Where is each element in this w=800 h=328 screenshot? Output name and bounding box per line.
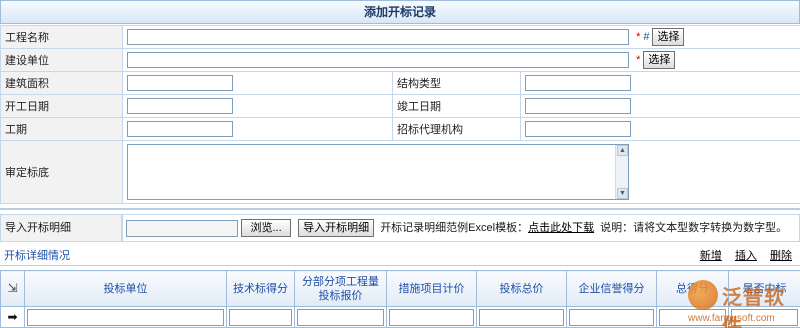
column-header-measure-price[interactable]: 措施项目计价 [386,270,477,307]
required-marker: * [636,54,641,66]
import-label: 导入开标明细 [0,214,122,242]
template-text: 开标记录明细范例Excel模板： [380,222,529,235]
form-title-bar: 添加开标记录 [0,0,800,24]
start-date-input[interactable] [127,98,233,114]
scroll-down-icon[interactable]: ▼ [617,188,628,199]
project-name-label: 工程名称 [0,25,123,49]
import-detail-button[interactable]: 导入开标明细 [298,219,375,238]
select-project-button[interactable]: 选择 [652,28,685,46]
textarea-scrollbar[interactable]: ▲ ▼ [615,145,628,199]
builder-input[interactable] [127,52,629,68]
structure-type-input[interactable] [525,75,631,91]
current-row-arrow-icon: ➡ [7,310,18,324]
approved-price-textarea[interactable]: ▲ ▼ [127,144,629,200]
file-path-input[interactable] [126,219,238,237]
page-title: 添加开标记录 [363,5,436,19]
conversion-note: 说明：请将文本型数字转换为数字型。 [600,222,788,235]
download-template-link[interactable]: 点击此处下载 [528,222,594,234]
project-name-input[interactable] [127,29,629,45]
credit-score-cell-input[interactable] [569,308,654,326]
duration-label: 工期 [0,117,123,141]
agency-input[interactable] [525,121,631,137]
approved-price-label: 审定标底 [0,140,123,204]
record-form: 工程名称 * # 选择 建设单位 * 选择 建筑面积 结构类型 开工日期 竣工日期 [0,25,800,204]
measure-price-cell-input[interactable] [389,308,474,326]
column-header-tech-score[interactable]: 技术标得分 [226,270,295,307]
agency-label: 招标代理机构 [392,117,521,141]
add-row-link[interactable]: 新增 [700,250,722,262]
watermark-logo-icon [688,280,718,310]
area-input[interactable] [127,75,233,91]
required-marker: * [636,31,641,43]
end-date-input[interactable] [525,98,631,114]
select-builder-button[interactable]: 选择 [643,51,676,69]
detail-section-bar: 开标详细情况 新增 插入 删除 [0,247,800,266]
builder-label: 建设单位 [0,48,123,72]
select-all-icon[interactable]: ⇲ [7,281,17,295]
watermark-url: www.fanpusoft.com [688,313,775,324]
scroll-up-icon[interactable]: ▲ [617,145,628,156]
duration-input[interactable] [127,121,233,137]
column-header-bidder[interactable]: 投标单位 [24,270,227,307]
insert-row-link[interactable]: 插入 [735,250,757,262]
area-label: 建筑面积 [0,71,123,95]
start-date-label: 开工日期 [0,94,123,118]
column-header-subitem-price[interactable]: 分部分项工程量 投标报价 [294,270,387,307]
browse-button[interactable]: 浏览... [241,219,292,238]
detail-section-title: 开标详细情况 [4,250,70,262]
end-date-label: 竣工日期 [392,94,521,118]
import-row: 导入开标明细 浏览... 导入开标明细 开标记录明细范例Excel模板：点击此处… [0,214,800,242]
column-header-total-price[interactable]: 投标总价 [476,270,567,307]
total-price-cell-input[interactable] [479,308,564,326]
delete-row-link[interactable]: 删除 [770,250,792,262]
row-selector-header: ⇲ [0,270,25,307]
hash-marker: # [643,31,650,43]
bidder-cell-input[interactable] [27,308,224,326]
column-header-credit-score[interactable]: 企业信誉得分 [566,270,657,307]
watermark: 泛普软件 www.fanpusoft.com [666,276,800,328]
structure-type-label: 结构类型 [392,71,521,95]
tech-score-cell-input[interactable] [229,308,292,326]
subitem-price-cell-input[interactable] [297,308,384,326]
section-divider [0,208,800,210]
